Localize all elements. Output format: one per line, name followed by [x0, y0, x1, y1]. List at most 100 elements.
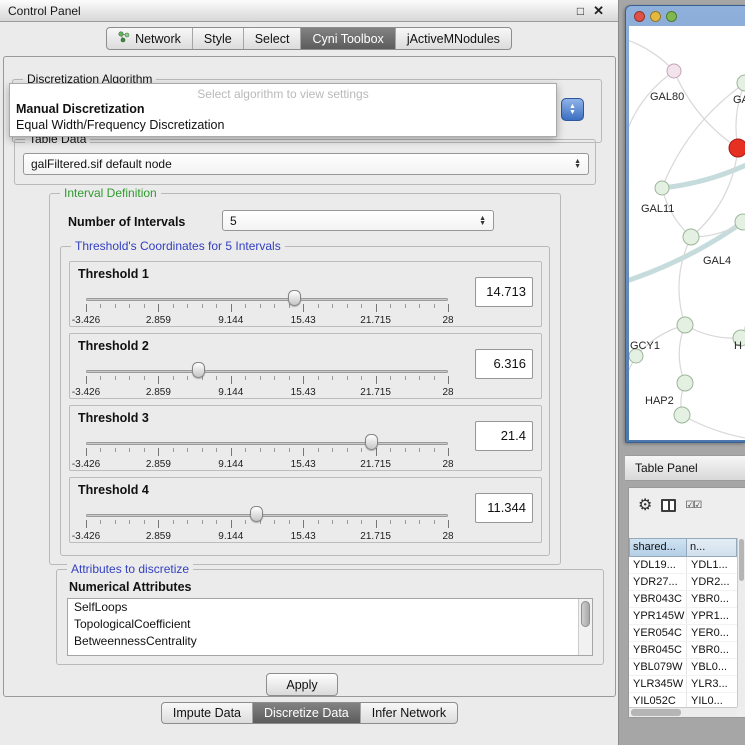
network-canvas[interactable]: GAL80GAGAL11GAL4GCY1HAP2H — [629, 26, 745, 440]
slider-thumb[interactable] — [365, 434, 378, 450]
network-edge[interactable] — [679, 325, 685, 383]
tab-select[interactable]: Select — [243, 28, 301, 49]
table-row[interactable]: YDL19...YDL1... — [629, 557, 737, 574]
tick-mark — [129, 520, 130, 524]
tick-mark — [202, 448, 203, 452]
attributes-list[interactable]: SelfLoopsTopologicalCoefficientBetweenne… — [67, 598, 593, 656]
dropdown-option-manual-discretization[interactable]: Manual Discretization — [10, 101, 556, 117]
network-edge[interactable] — [629, 356, 636, 440]
column-header-name[interactable]: n... — [687, 538, 737, 557]
table-row[interactable]: YDR27...YDR2... — [629, 574, 737, 591]
threshold-slider[interactable]: -3.426 2.859 9.144 15.43 21.715 28 — [86, 430, 448, 470]
tick-mark — [187, 448, 188, 452]
table-row[interactable]: YLR345WYLR3... — [629, 676, 737, 693]
table-horizontal-scrollbar[interactable] — [629, 707, 737, 717]
tick-mark — [376, 448, 377, 456]
network-edge[interactable] — [736, 83, 745, 148]
table-data-combo[interactable]: galFiltered.sif default node ▲ ▼ — [23, 153, 589, 175]
column-checks-icon[interactable]: ☑☑ — [685, 500, 701, 511]
list-scrollbar[interactable] — [578, 599, 592, 655]
scrollbar-thumb[interactable] — [631, 709, 681, 716]
threshold-panel-2: Threshold 2 -3.426 2.859 9.144 15.43 21.… — [69, 333, 542, 399]
network-node[interactable] — [683, 229, 699, 245]
threshold-slider[interactable]: -3.426 2.859 9.144 15.43 21.715 28 — [86, 358, 448, 398]
traffic-light-close[interactable] — [634, 11, 645, 22]
attribute-list-item[interactable]: SelfLoops — [68, 599, 592, 616]
gear-icon[interactable]: ⚙ — [638, 495, 652, 515]
threshold-value-field[interactable]: 21.4 — [475, 421, 533, 451]
network-node[interactable] — [667, 64, 681, 78]
numerical-attributes-label: Numerical Attributes — [69, 580, 191, 594]
table-header-row: shared... n... — [629, 538, 737, 557]
threshold-slider[interactable]: -3.426 2.859 9.144 15.43 21.715 28 — [86, 502, 448, 542]
bottom-tab-impute-data[interactable]: Impute Data — [162, 703, 252, 723]
tick-mark — [332, 376, 333, 380]
network-edge[interactable] — [741, 222, 745, 338]
tick-mark — [216, 520, 217, 524]
tick-mark — [303, 304, 304, 312]
network-edge[interactable] — [629, 71, 674, 176]
threshold-value-field[interactable]: 6.316 — [475, 349, 533, 379]
table-row[interactable]: YBR045CYBR0... — [629, 642, 737, 659]
close-icon[interactable]: ✕ — [593, 4, 604, 17]
network-edge[interactable] — [679, 237, 691, 325]
tab-jactivemnodules[interactable]: jActiveMNodules — [395, 28, 511, 49]
tick-mark — [129, 376, 130, 380]
traffic-light-zoom[interactable] — [666, 11, 677, 22]
table-row[interactable]: YER054CYER0... — [629, 625, 737, 642]
slider-thumb[interactable] — [250, 506, 263, 522]
tick-mark — [434, 376, 435, 380]
threshold-value-field[interactable]: 14.713 — [475, 277, 533, 307]
combo-value: 5 — [230, 214, 237, 228]
network-edge[interactable] — [682, 415, 745, 440]
num-intervals-combo[interactable]: 5 ▲ ▼ — [222, 210, 494, 231]
tab-style[interactable]: Style — [192, 28, 243, 49]
network-edge[interactable] — [629, 36, 674, 71]
network-node-label: HAP2 — [645, 395, 674, 407]
table-row[interactable]: YBL079WYBL0... — [629, 659, 737, 676]
network-node[interactable] — [729, 139, 745, 157]
network-node[interactable] — [674, 407, 690, 423]
network-node[interactable] — [655, 181, 669, 195]
table-row[interactable]: YBR043CYBR0... — [629, 591, 737, 608]
slider-track[interactable] — [86, 442, 448, 445]
threshold-slider[interactable]: -3.426 2.859 9.144 15.43 21.715 28 — [86, 286, 448, 326]
network-edge[interactable] — [674, 71, 738, 148]
table-row[interactable]: YPR145WYPR1... — [629, 608, 737, 625]
tab-network[interactable]: Network — [107, 28, 192, 49]
table-cell: YER0... — [687, 625, 737, 641]
restore-icon[interactable]: □ — [577, 5, 584, 17]
attribute-list-item[interactable]: TopologicalCoefficient — [68, 616, 592, 633]
slider-thumb[interactable] — [192, 362, 205, 378]
table-columns-icon[interactable] — [661, 499, 676, 512]
scrollbar-thumb[interactable] — [739, 539, 744, 581]
bottom-tab-infer-network[interactable]: Infer Network — [360, 703, 457, 723]
tab-label: Discretize Data — [264, 706, 349, 720]
tab-cyni-toolbox[interactable]: Cyni Toolbox — [300, 28, 394, 49]
slider-track[interactable] — [86, 370, 448, 373]
network-node[interactable] — [677, 317, 693, 333]
network-edge[interactable] — [691, 148, 738, 237]
tick-label: -3.426 — [72, 459, 100, 470]
scrollbar-thumb[interactable] — [581, 601, 590, 627]
algorithm-combo-stepper[interactable]: ▲ ▼ — [561, 98, 584, 121]
threshold-value-field[interactable]: 11.344 — [475, 493, 533, 523]
table-row[interactable]: YIL052CYIL0... — [629, 693, 737, 707]
tick-mark — [144, 376, 145, 380]
attribute-list-item[interactable]: BetweennessCentrality — [68, 633, 592, 650]
network-node[interactable] — [677, 375, 693, 391]
tick-mark — [434, 448, 435, 452]
network-edge[interactable] — [685, 325, 741, 338]
tick-mark — [187, 304, 188, 308]
column-header-shared-name[interactable]: shared... — [629, 538, 687, 557]
dropdown-option-equal-width-frequency[interactable]: Equal Width/Frequency Discretization — [10, 117, 556, 133]
traffic-light-minimize[interactable] — [650, 11, 661, 22]
slider-thumb[interactable] — [288, 290, 301, 306]
slider-track[interactable] — [86, 514, 448, 517]
down-arrow-icon: ▼ — [479, 221, 486, 226]
table-vertical-scrollbar[interactable] — [737, 538, 745, 707]
tick-mark — [347, 520, 348, 524]
apply-button[interactable]: Apply — [266, 673, 338, 696]
slider-track[interactable] — [86, 298, 448, 301]
bottom-tab-discretize-data[interactable]: Discretize Data — [252, 703, 360, 723]
